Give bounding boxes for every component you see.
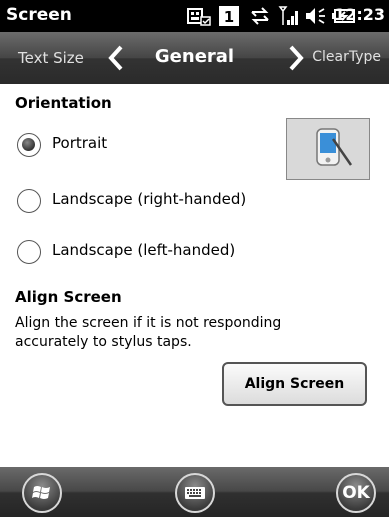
orientation-preview-image (286, 118, 370, 180)
align-screen-button[interactable]: Align Screen (222, 362, 367, 406)
bottom-bar: OK (0, 467, 389, 517)
signal-strength-icon[interactable] (278, 4, 300, 32)
landscape-right-label[interactable]: Landscape (right-handed) (52, 190, 246, 208)
notification-1-icon[interactable]: 1 (218, 4, 240, 32)
data-transfer-icon[interactable] (248, 4, 272, 32)
radio-landscape-left[interactable]: Landscape (left-handed) (17, 240, 277, 268)
device-stylus-icon (316, 128, 353, 166)
windows-start-icon[interactable] (22, 473, 62, 513)
clock[interactable]: 12:23 (334, 5, 385, 24)
align-screen-description: Align the screen if it is not responding… (15, 315, 282, 350)
volume-icon[interactable] (304, 4, 328, 32)
notification-count: 1 (224, 8, 234, 26)
landscape-right-radio-button[interactable] (17, 189, 41, 213)
ok-button[interactable]: OK (336, 473, 376, 513)
radio-landscape-right[interactable]: Landscape (right-handed) (17, 189, 277, 217)
portrait-label[interactable]: Portrait (52, 134, 107, 152)
portrait-radio-button[interactable] (17, 133, 41, 157)
tab-cleartype[interactable]: ClearType (312, 49, 381, 65)
align-screen-heading: Align Screen (15, 288, 122, 306)
keyboard-icon[interactable] (175, 473, 215, 513)
tab-bar: Text Size General ClearType (0, 32, 389, 84)
status-bar: Screen 1 12:23 (0, 0, 389, 32)
landscape-left-label[interactable]: Landscape (left-handed) (52, 241, 235, 259)
radio-portrait[interactable]: Portrait (17, 133, 267, 161)
chevron-right-icon[interactable] (286, 44, 306, 76)
orientation-heading: Orientation (15, 94, 112, 112)
landscape-left-radio-button[interactable] (17, 240, 41, 264)
app-title[interactable]: Screen (6, 5, 72, 25)
keyboard-sync-icon[interactable] (186, 4, 212, 32)
